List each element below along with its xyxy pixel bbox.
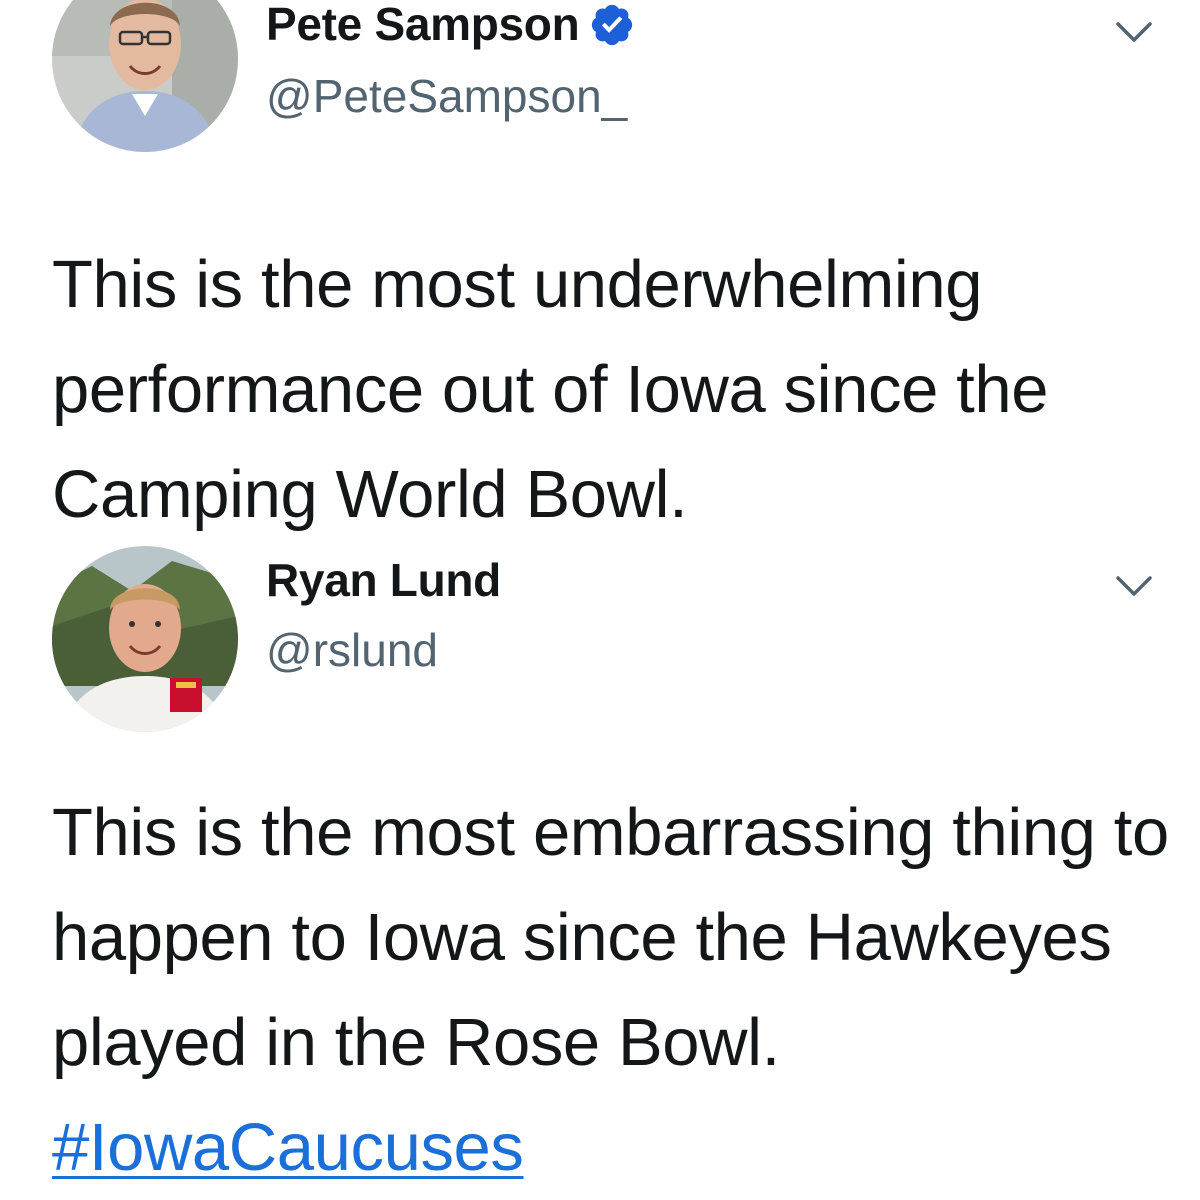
- tweet-body: This is the most embarrassing thing to h…: [52, 795, 1169, 1080]
- tweet-text: This is the most underwhelming performan…: [52, 247, 1049, 532]
- display-name[interactable]: Pete Sampson: [266, 0, 580, 52]
- tweet-text: This is the most embarrassing thing to h…: [52, 780, 1172, 1200]
- user-handle[interactable]: @rslund: [266, 622, 438, 678]
- tweet[interactable]: Ryan Lund @rslund This is the most embar…: [0, 540, 1200, 1200]
- tweet[interactable]: Pete Sampson @PeteSampson_ This is the m…: [0, 0, 1200, 548]
- hashtag-link[interactable]: #IowaCaucuses: [52, 1110, 524, 1185]
- avatar-image: [52, 0, 238, 152]
- name-row: Ryan Lund: [266, 552, 501, 608]
- avatar-image: [52, 546, 238, 732]
- verified-badge-icon: [589, 1, 635, 47]
- user-handle[interactable]: @PeteSampson_: [266, 68, 627, 124]
- avatar[interactable]: [52, 546, 238, 732]
- chevron-down-icon[interactable]: [1112, 564, 1156, 608]
- avatar[interactable]: [52, 0, 238, 152]
- name-row: Pete Sampson: [266, 0, 635, 52]
- tweet-feed: Pete Sampson @PeteSampson_ This is the m…: [0, 0, 1200, 1200]
- chevron-down-icon[interactable]: [1112, 10, 1156, 54]
- display-name[interactable]: Ryan Lund: [266, 552, 501, 608]
